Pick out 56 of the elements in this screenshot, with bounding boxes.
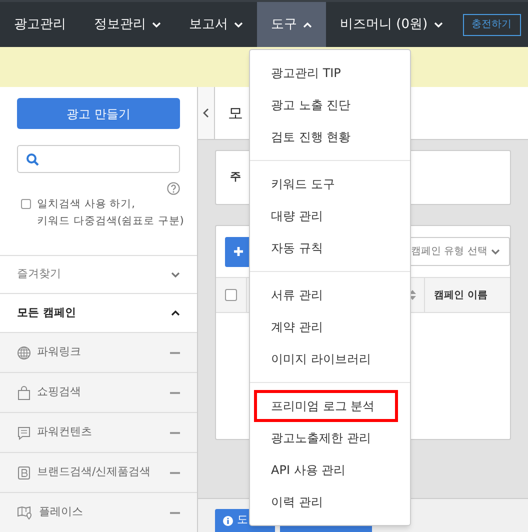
exact-match-checkbox[interactable] <box>21 199 31 209</box>
campaign-type-item[interactable]: 쇼핑검색 <box>0 372 197 412</box>
select-all-checkbox[interactable] <box>225 289 237 301</box>
collapse-sidebar-button[interactable] <box>198 87 215 139</box>
dropdown-menu-item[interactable]: 광고노출제한 관리 <box>254 422 398 454</box>
dropdown-menu-item[interactable]: 대량 관리 <box>254 200 398 232</box>
dropdown-menu-item[interactable]: 광고 노출 진단 <box>254 89 398 121</box>
page-title: 모 <box>228 102 243 124</box>
campaign-type-item[interactable]: 파워컨텐츠 <box>0 412 197 452</box>
info-icon <box>223 516 233 526</box>
nav-menu-item[interactable]: 정보관리 <box>80 2 175 47</box>
dropdown-menu-item[interactable]: 자동 규칙 <box>254 232 398 264</box>
nav-menu-item[interactable]: 광고관리 <box>0 2 80 47</box>
campaign-type-item[interactable]: 파워링크 <box>0 332 197 372</box>
globe-icon <box>17 346 31 360</box>
search-field[interactable] <box>17 145 180 173</box>
campaign-type-item[interactable]: 브랜드검색/신제품검색 <box>0 452 197 492</box>
exact-match-label: 키워드 다중검색(쉼표로 구분) <box>37 214 184 229</box>
dropdown-menu-item[interactable]: 키워드 도구 <box>254 168 398 200</box>
create-ad-button[interactable]: 광고 만들기 <box>17 98 180 129</box>
nav-menu-item[interactable]: 도구 <box>257 2 326 47</box>
exact-match-label: 일치검색 사용 하기, <box>37 197 136 212</box>
chevron-down-icon <box>152 22 161 28</box>
plus-icon <box>234 247 243 256</box>
dropdown-menu-item[interactable]: API 사용 관리 <box>254 454 398 486</box>
dropdown-menu-item[interactable]: 서류 관리 <box>254 279 398 311</box>
dropdown-menu-item[interactable]: 계약 관리 <box>254 311 398 343</box>
column-header: 캠페인 이름 <box>434 288 488 302</box>
nav-menu-item[interactable]: 보고서 <box>175 2 257 47</box>
charge-button[interactable]: 충전하기 <box>462 14 521 36</box>
chevron-down-icon <box>434 22 443 28</box>
chevron-down-icon <box>234 22 243 28</box>
chevron-left-icon <box>203 108 209 118</box>
nav-menu-item[interactable]: 비즈머니 (0원) <box>326 2 457 47</box>
campaign-type-label: 쇼핑검색 <box>37 384 81 400</box>
campaign-type-label: 파워컨텐츠 <box>37 424 92 440</box>
help-icon[interactable] <box>167 182 180 195</box>
dropdown-menu-item[interactable]: 광고관리 TIP <box>254 57 398 89</box>
letter-b-icon <box>17 466 31 480</box>
summary-title: 주 <box>230 169 241 186</box>
favorites-header[interactable]: 즐겨찾기 <box>0 255 197 293</box>
campaign-type-label: 플레이스 <box>39 504 83 520</box>
dropdown-menu-item[interactable]: 이미지 라이브러리 <box>254 343 398 375</box>
search-icon <box>26 152 39 166</box>
campaign-type-label: 브랜드검색/신제품검색 <box>37 464 151 480</box>
dropdown-menu-item[interactable]: 검토 진행 현황 <box>254 121 398 153</box>
chevron-up-icon <box>303 22 312 28</box>
speech-bubble-icon <box>17 426 31 440</box>
map-icon <box>17 506 33 520</box>
chevron-down-icon <box>171 272 180 278</box>
chevron-up-icon <box>171 310 180 316</box>
dropdown-menu-item[interactable]: 프리미엄 로그 분석 <box>254 390 398 422</box>
campaign-type-label: 파워링크 <box>37 344 81 360</box>
shopping-bag-icon <box>17 386 31 400</box>
chevron-down-icon <box>491 248 500 254</box>
campaign-type-item[interactable]: 플레이스 <box>0 492 197 532</box>
